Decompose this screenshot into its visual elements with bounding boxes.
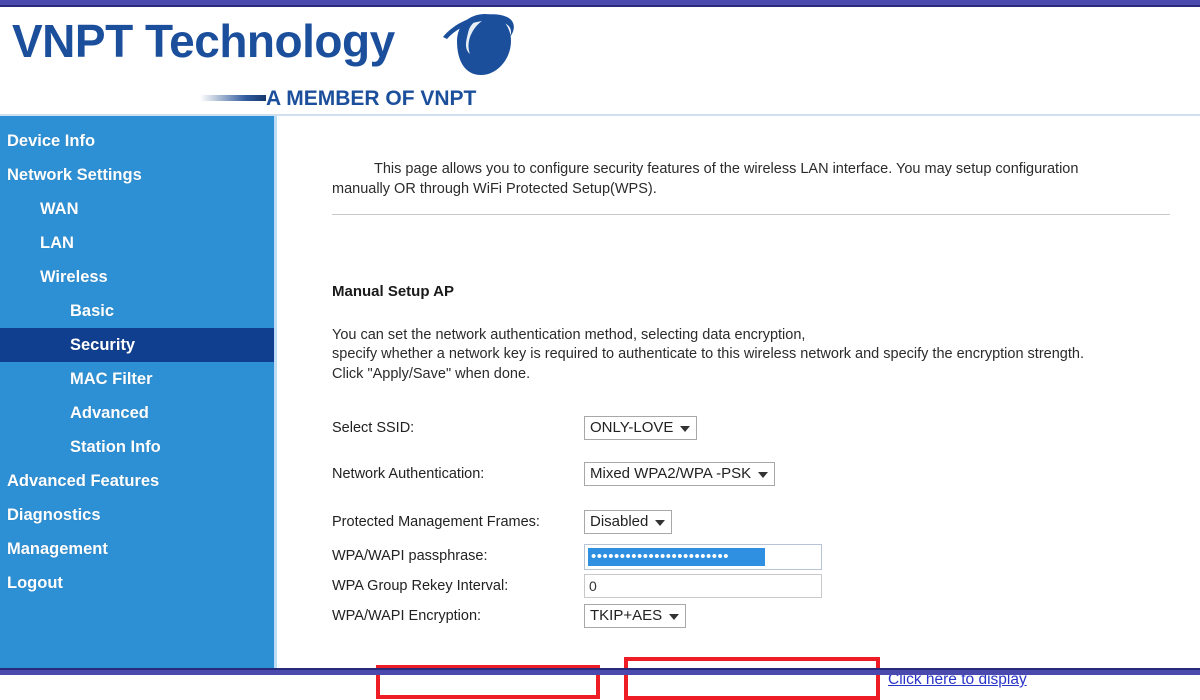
select-ssid-dropdown[interactable]: ONLY-LOVE: [584, 416, 697, 440]
sidebar-item-lan[interactable]: LAN: [0, 226, 274, 260]
wpa-encryption-wrapper[interactable]: TKIP+AES: [584, 604, 686, 628]
sidebar-item-network-settings[interactable]: Network Settings: [0, 158, 274, 192]
brand-title: VNPT Technology: [12, 15, 395, 67]
annotation-box-passphrase-field: [624, 657, 880, 700]
page-header: VNPT Technology A MEMBER OF VNPT: [0, 7, 1200, 115]
control-protected-management-frames: Disabled: [584, 510, 1192, 534]
label-select-ssid: Select SSID:: [332, 420, 415, 436]
form-row-wpa-encryption: WPA/WAPI Encryption: TKIP+AES: [332, 604, 1192, 634]
content-divider: [332, 214, 1170, 215]
control-wpa-passphrase: ••••••••••••••••••••••••: [584, 544, 1192, 570]
protected-management-frames-dropdown[interactable]: Disabled: [584, 510, 672, 534]
browser-page: VNPT Technology A MEMBER OF VNPT Device …: [0, 0, 1200, 700]
label-wpa-encryption: WPA/WAPI Encryption:: [332, 608, 482, 624]
sidebar-item-logout[interactable]: Logout: [0, 566, 274, 600]
network-authentication-dropdown[interactable]: Mixed WPA2/WPA -PSK: [584, 462, 775, 486]
brand-subtitle-row: A MEMBER OF VNPT: [12, 87, 532, 113]
sidebar-item-management[interactable]: Management: [0, 532, 274, 566]
form-row-network-authentication: Network Authentication: Mixed WPA2/WPA -…: [332, 462, 1192, 510]
wpa-passphrase-selected-text: ••••••••••••••••••••••••: [588, 548, 765, 566]
page-intro-text: This page allows you to configure securi…: [332, 160, 1079, 197]
main-content: This page allows you to configure securi…: [280, 116, 1200, 700]
control-select-ssid: ONLY-LOVE: [584, 416, 1192, 440]
network-authentication-wrapper[interactable]: Mixed WPA2/WPA -PSK: [584, 462, 775, 486]
label-wpa-passphrase: WPA/WAPI passphrase:: [332, 548, 488, 564]
label-wpa-group-rekey-interval: WPA Group Rekey Interval:: [332, 578, 509, 594]
section-title-manual-setup-ap: Manual Setup AP: [332, 283, 454, 301]
sidebar-item-basic[interactable]: Basic: [0, 294, 274, 328]
select-ssid-wrapper[interactable]: ONLY-LOVE: [584, 416, 697, 440]
sidebar-item-advanced-features[interactable]: Advanced Features: [0, 464, 274, 498]
brand-subtitle: A MEMBER OF VNPT: [266, 87, 477, 110]
control-wpa-encryption: TKIP+AES: [584, 604, 1192, 628]
label-network-authentication: Network Authentication:: [332, 466, 485, 482]
control-network-authentication: Mixed WPA2/WPA -PSK: [584, 462, 1192, 486]
sidebar-item-mac-filter[interactable]: MAC Filter: [0, 362, 274, 396]
form-row-select-ssid: Select SSID: ONLY-LOVE: [332, 416, 1192, 462]
sidebar-nav: Device Info Network Settings WAN LAN Wir…: [0, 116, 277, 668]
sidebar-item-wireless[interactable]: Wireless: [0, 260, 274, 294]
sidebar-item-advanced[interactable]: Advanced: [0, 396, 274, 430]
protected-management-frames-wrapper[interactable]: Disabled: [584, 510, 672, 534]
wpa-passphrase-input[interactable]: ••••••••••••••••••••••••: [584, 544, 822, 570]
brand-gradient-rule: [200, 95, 266, 101]
vnpt-globe-swoosh-icon: [443, 14, 514, 75]
label-protected-management-frames: Protected Management Frames:: [332, 514, 540, 530]
wpa-encryption-dropdown[interactable]: TKIP+AES: [584, 604, 686, 628]
sidebar-item-wan[interactable]: WAN: [0, 192, 274, 226]
control-wpa-group-rekey-interval: [584, 574, 1192, 598]
window-top-bar: [0, 0, 1200, 7]
form-row-wpa-passphrase: WPA/WAPI passphrase: •••••••••••••••••••…: [332, 544, 1192, 574]
wpa-group-rekey-interval-input[interactable]: [584, 574, 822, 598]
sidebar-item-station-info[interactable]: Station Info: [0, 430, 274, 464]
sidebar-item-security[interactable]: Security: [0, 328, 274, 362]
wireless-security-form: Select SSID: ONLY-LOVE Network Authentic…: [332, 416, 1192, 700]
window-bottom-bar-line: [0, 668, 1200, 670]
sidebar-item-diagnostics[interactable]: Diagnostics: [0, 498, 274, 532]
section-description: You can set the network authentication m…: [332, 326, 1084, 382]
brand-logo[interactable]: VNPT Technology A MEMBER OF VNPT: [12, 9, 532, 114]
window-bottom-bar: [0, 668, 1200, 675]
sidebar-item-device-info[interactable]: Device Info: [0, 124, 274, 158]
form-row-wpa-group-rekey-interval: WPA Group Rekey Interval:: [332, 574, 1192, 604]
form-row-protected-management-frames: Protected Management Frames: Disabled: [332, 510, 1192, 544]
